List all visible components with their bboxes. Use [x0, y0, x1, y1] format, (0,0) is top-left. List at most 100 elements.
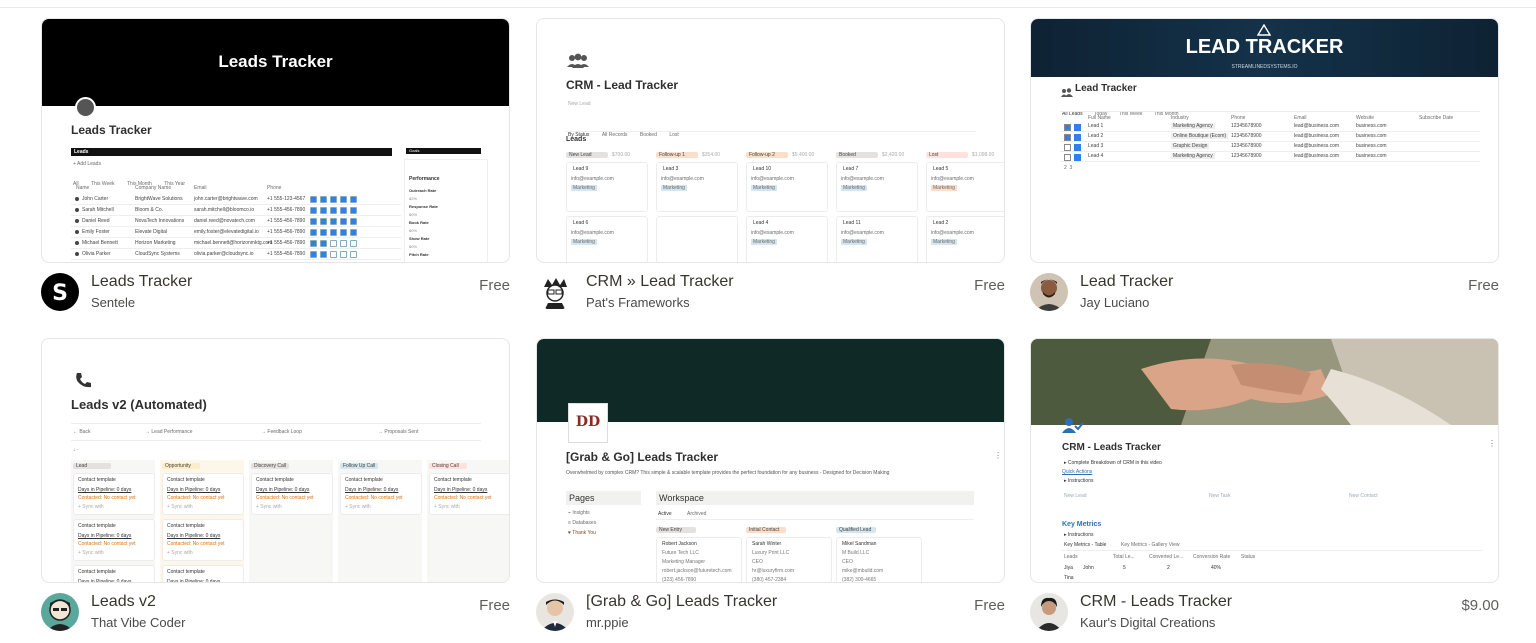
template-thumbnail[interactable]: Leads v2 (Automated) ← Back → Lead Perfo… [41, 338, 510, 583]
checkbox[interactable] [330, 240, 337, 247]
action-button[interactable]: New Contact [1349, 493, 1378, 499]
avatar[interactable] [1030, 593, 1068, 631]
checkbox[interactable] [340, 251, 347, 258]
row-checkbox[interactable] [1064, 144, 1071, 151]
lead-card[interactable]: Sarah Winter Luxury Print LLC CEO hr@luxury… [746, 537, 832, 582]
template-name[interactable]: Leads Tracker [91, 273, 192, 291]
checkbox[interactable] [330, 218, 337, 225]
card-sync[interactable]: + Sync with [167, 504, 193, 510]
more-icon[interactable]: ⋮ [994, 451, 1002, 460]
template-thumbnail[interactable]: LEAD TRACKER STREAMLINEDSYSTEMS.IO Lead … [1030, 18, 1499, 263]
checkbox[interactable] [310, 207, 317, 214]
lead-card[interactable]: Lead 2 info@example.com Marketing [926, 216, 1004, 262]
card-sync[interactable]: + Sync with [78, 504, 104, 510]
checkbox[interactable] [340, 229, 347, 236]
checkbox[interactable] [330, 207, 337, 214]
checkbox[interactable] [310, 218, 317, 225]
card-sync[interactable]: + Sync with [78, 550, 104, 556]
lead-card[interactable]: Contact template Days in Pipeline: 0 days… [73, 565, 155, 582]
back-link[interactable]: ← Back [73, 429, 91, 435]
nav-link[interactable]: → Lead Performance [145, 429, 193, 435]
checkbox[interactable] [330, 229, 337, 236]
checkbox[interactable] [350, 229, 357, 236]
card-sync[interactable]: + Sync with [345, 504, 371, 510]
status-checkbox[interactable] [1074, 124, 1081, 131]
template-thumbnail[interactable]: DD [Grab & Go] Leads Tracker Overwhelmed… [536, 338, 1005, 583]
view-tab[interactable]: All Records [602, 132, 628, 138]
status-checkbox[interactable] [1074, 154, 1081, 161]
lead-card[interactable]: Lead 7 info@example.com Marketing [836, 162, 918, 212]
checkbox[interactable] [350, 240, 357, 247]
checkbox[interactable] [320, 207, 327, 214]
lead-card[interactable]: Lead 11 info@example.com Marketing [836, 216, 918, 262]
lead-card[interactable]: Lead 10 info@example.com Marketing [746, 162, 828, 212]
checkbox[interactable] [330, 251, 337, 258]
avatar[interactable] [536, 593, 574, 631]
checkbox[interactable] [320, 240, 327, 247]
ws-tab[interactable]: Archived [687, 511, 706, 517]
lead-card[interactable]: Lead 9 info@example.com Marketing [566, 162, 648, 212]
lead-card[interactable]: Contact template Days in Pipeline: 0 days… [340, 473, 422, 515]
avatar[interactable] [41, 593, 79, 631]
checkbox[interactable] [340, 196, 347, 203]
template-thumbnail[interactable]: CRM - Leads Tracker ⋮ ▸ Complete Breakdo… [1030, 338, 1499, 583]
status-checkbox[interactable] [1074, 144, 1081, 151]
template-author[interactable]: Pat's Frameworks [586, 295, 690, 310]
checkbox[interactable] [340, 218, 347, 225]
template-name[interactable]: [Grab & Go] Leads Tracker [586, 593, 777, 611]
lead-card[interactable] [656, 216, 738, 262]
action-button[interactable]: New Lead [1064, 493, 1087, 499]
lead-card[interactable]: Lead 6 info@example.com Marketing [566, 216, 648, 262]
card-sync[interactable]: + Sync with [434, 504, 460, 510]
page-link[interactable]: ⌁ Insights [568, 510, 590, 516]
nav-link[interactable]: → Proposals Sent [378, 429, 418, 435]
avatar[interactable] [536, 273, 574, 311]
row-checkbox[interactable] [1064, 134, 1071, 141]
lead-card[interactable]: Contact template Days in Pipeline: 0 days… [73, 519, 155, 561]
template-card[interactable]: Leads Tracker Leads Tracker Leads Goals … [41, 18, 510, 317]
view-tab[interactable]: Key Metrics - Table [1064, 542, 1106, 548]
template-author[interactable]: mr.ppie [586, 615, 629, 630]
checkbox[interactable] [350, 251, 357, 258]
checkbox[interactable] [310, 251, 317, 258]
view-tab[interactable]: Lost [669, 132, 678, 138]
view-tab[interactable]: Key Metrics - Gallery View [1121, 542, 1180, 548]
checkbox[interactable] [310, 229, 317, 236]
toggle-item[interactable]: ▸ Instructions [1064, 532, 1093, 538]
template-author[interactable]: That Vibe Coder [91, 615, 185, 630]
checkbox[interactable] [340, 207, 347, 214]
quick-actions-link[interactable]: Quick Actions [1062, 469, 1092, 475]
checkbox[interactable] [320, 196, 327, 203]
lead-card[interactable]: Contact template Days in Pipeline: 0 days… [429, 473, 509, 515]
checkbox[interactable] [340, 240, 347, 247]
lead-card[interactable]: Robert Jackson Future Tech LLC Marketing M… [656, 537, 742, 582]
lead-card[interactable]: Lead 3 info@example.com Marketing [656, 162, 738, 212]
toggle-item[interactable]: ▸ Instructions [1064, 478, 1093, 484]
template-author[interactable]: Jay Luciano [1080, 295, 1149, 310]
checkbox[interactable] [350, 218, 357, 225]
template-card[interactable]: Leads v2 (Automated) ← Back → Lead Perfo… [41, 338, 510, 637]
avatar[interactable] [1030, 273, 1068, 311]
template-card[interactable]: CRM - Lead Tracker New Lead By Status Al… [536, 18, 1005, 317]
checkbox[interactable] [320, 251, 327, 258]
action-button[interactable]: New Task [1209, 493, 1231, 499]
checkbox[interactable] [310, 196, 317, 203]
new-lead-button[interactable]: New Lead [568, 101, 591, 107]
card-sync[interactable]: + Sync with [167, 550, 193, 556]
lead-card[interactable]: Lead 5 info@example.com Marketing [926, 162, 1004, 212]
checkbox[interactable] [350, 207, 357, 214]
lead-card[interactable]: Contact template Days in Pipeline: 0 days… [162, 565, 244, 582]
template-name[interactable]: Leads v2 [91, 593, 156, 611]
add-leads[interactable]: + Add Leads [73, 161, 101, 167]
lead-card[interactable]: Lead 4 info@example.com Marketing [746, 216, 828, 262]
row-checkbox[interactable] [1064, 154, 1071, 161]
checkbox[interactable] [310, 240, 317, 247]
template-author[interactable]: Sentele [91, 295, 135, 310]
card-sync[interactable]: + Sync with [256, 504, 282, 510]
more-icon[interactable]: ⋮ [1488, 439, 1496, 448]
template-name[interactable]: CRM » Lead Tracker [586, 273, 734, 291]
template-thumbnail[interactable]: CRM - Lead Tracker New Lead By Status Al… [536, 18, 1005, 263]
checkbox[interactable] [330, 196, 337, 203]
lead-card[interactable]: Contact template Days in Pipeline: 0 days… [162, 519, 244, 561]
checkbox[interactable] [320, 218, 327, 225]
